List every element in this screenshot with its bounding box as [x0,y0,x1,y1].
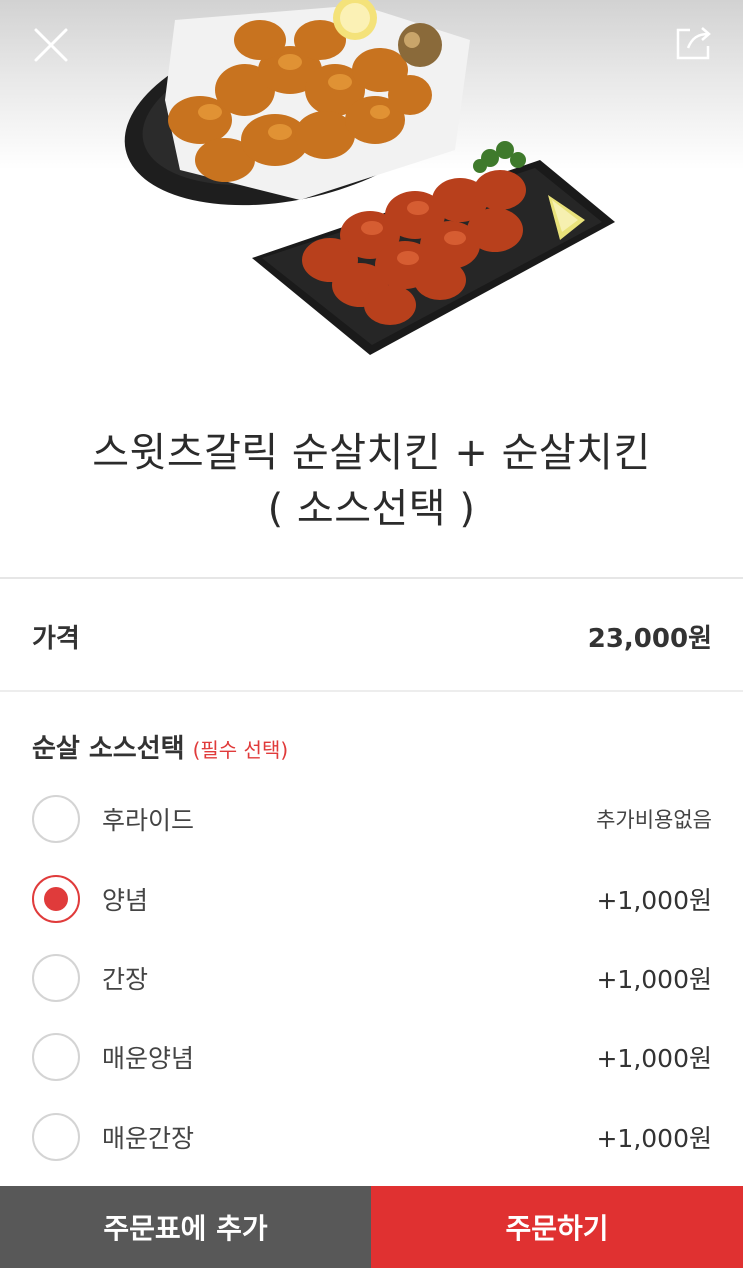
product-title-line1: 스윗츠갈릭 순살치킨 + 순살치킨 [92,430,651,476]
price-row: 가격 23,000원 [32,612,712,660]
option-label: 간장 [102,965,149,994]
sauce-option-spicy-soy[interactable]: 매운간장 +1,000원 [32,1104,712,1170]
share-icon [676,27,711,60]
chicken-dishes-image [124,0,615,355]
sauce-option-fried[interactable]: 후라이드 추가비용없음 [32,786,712,852]
bottom-action-bar: 주문표에 추가 주문하기 [0,1186,743,1268]
option-price: +1,000원 [596,1044,712,1073]
order-button[interactable]: 주문하기 [371,1186,743,1268]
option-price: +1,000원 [596,1124,712,1153]
divider [0,690,743,692]
divider [0,577,743,579]
option-price: +1,000원 [596,886,712,915]
option-label: 후라이드 [102,806,195,835]
radio-button[interactable] [32,1033,80,1081]
price-value: 23,000원 [587,623,712,654]
radio-button[interactable] [32,795,80,843]
share-button[interactable] [670,20,716,66]
option-label: 매운간장 [102,1124,195,1153]
product-image-area [0,0,743,400]
sauce-option-spicy-yangnyeom[interactable]: 매운양념 +1,000원 [32,1024,712,1090]
option-label: 매운양념 [102,1044,195,1073]
sauce-section-header: 순살 소스선택 (필수 선택) [32,728,288,765]
sauce-option-soy[interactable]: 간장 +1,000원 [32,945,712,1011]
option-label: 양념 [102,886,149,915]
option-price: +1,000원 [596,965,712,994]
add-to-cart-button[interactable]: 주문표에 추가 [0,1186,371,1268]
radio-button-checked[interactable] [32,875,80,923]
radio-button[interactable] [32,954,80,1002]
price-label: 가격 [32,623,80,654]
product-title-line2: ( 소스선택 ) [267,486,476,532]
close-button[interactable] [28,22,74,68]
required-note: (필수 선택) [192,738,289,762]
product-title: 스윗츠갈릭 순살치킨 + 순살치킨 ( 소스선택 ) [0,425,743,537]
sauce-option-yangnyeom[interactable]: 양념 +1,000원 [32,866,712,932]
close-icon [34,28,68,62]
radio-button[interactable] [32,1113,80,1161]
option-price: 추가비용없음 [596,808,712,832]
sauce-section-title: 순살 소스선택 [32,734,185,764]
